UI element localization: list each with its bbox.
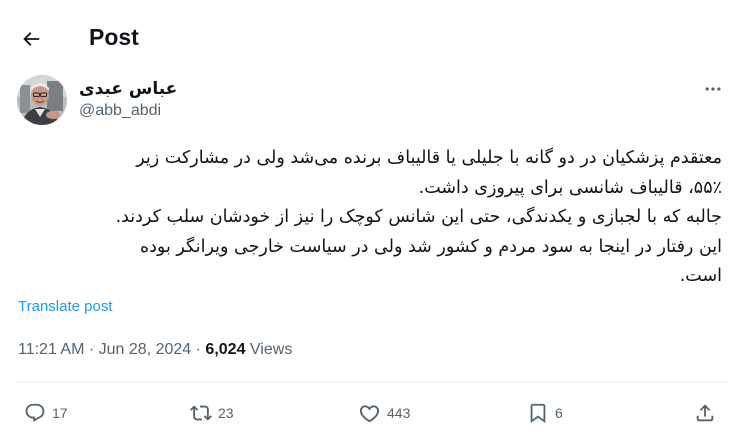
author-handle[interactable]: @abb_abdi [79,102,161,120]
tweet-text: معتقدم پزشکیان در دو گانه با جلیلی یا قا… [16,144,722,292]
bookmark-count: 6 [555,405,563,421]
reply-count: 17 [52,405,68,421]
divider [16,381,728,382]
back-button[interactable] [14,22,48,56]
more-options-button[interactable] [698,74,728,104]
tweet-line: است. [679,266,722,286]
page-title: Post [89,24,139,50]
tweet-line: ۵۵٪، قالیباف شانسی برای پیروزی داشت. [418,177,722,198]
meta-separator: · [88,341,95,358]
avatar-photo-icon [17,75,67,125]
share-icon [696,404,714,422]
translate-post-link[interactable]: Translate post [18,298,113,315]
views-count: 6,024 [205,341,246,358]
post-time-link[interactable]: 11:21 AM · Jun 28, 2024 [18,341,191,358]
tweet-line: معتقدم پزشکیان در دو گانه با جلیلی یا قا… [136,148,722,168]
bookmark-button[interactable]: 6 [527,397,563,429]
arrow-left-icon [23,32,40,46]
repost-icon [190,405,212,421]
bookmark-icon [530,403,546,424]
post-header: Post [0,0,744,76]
post-meta: 11:21 AM · Jun 28, 2024 · 6,024 Views [18,341,292,359]
reply-icon [25,403,45,422]
avatar[interactable] [17,75,67,125]
like-count: 443 [387,405,411,421]
post-date: Jun 28, 2024 [98,341,192,358]
repost-button[interactable]: 23 [190,397,234,429]
more-horizontal-icon [705,87,721,91]
tweet-line: جالبه که با لجبازی و یکدندگی، حتی این شا… [115,207,722,227]
meta-separator: · [195,341,201,358]
repost-count: 23 [218,405,234,421]
tweet-line: این رفتار در اینجا به سود مردم و کشور شد… [139,236,722,257]
heart-icon [359,404,380,422]
author-display-name[interactable]: عباس عبدی [79,79,177,99]
reply-button[interactable]: 17 [24,397,68,429]
post-time: 11:21 AM [18,341,85,358]
like-button[interactable]: 443 [358,397,410,429]
views-label: Views [249,341,293,358]
share-button[interactable] [694,397,716,429]
